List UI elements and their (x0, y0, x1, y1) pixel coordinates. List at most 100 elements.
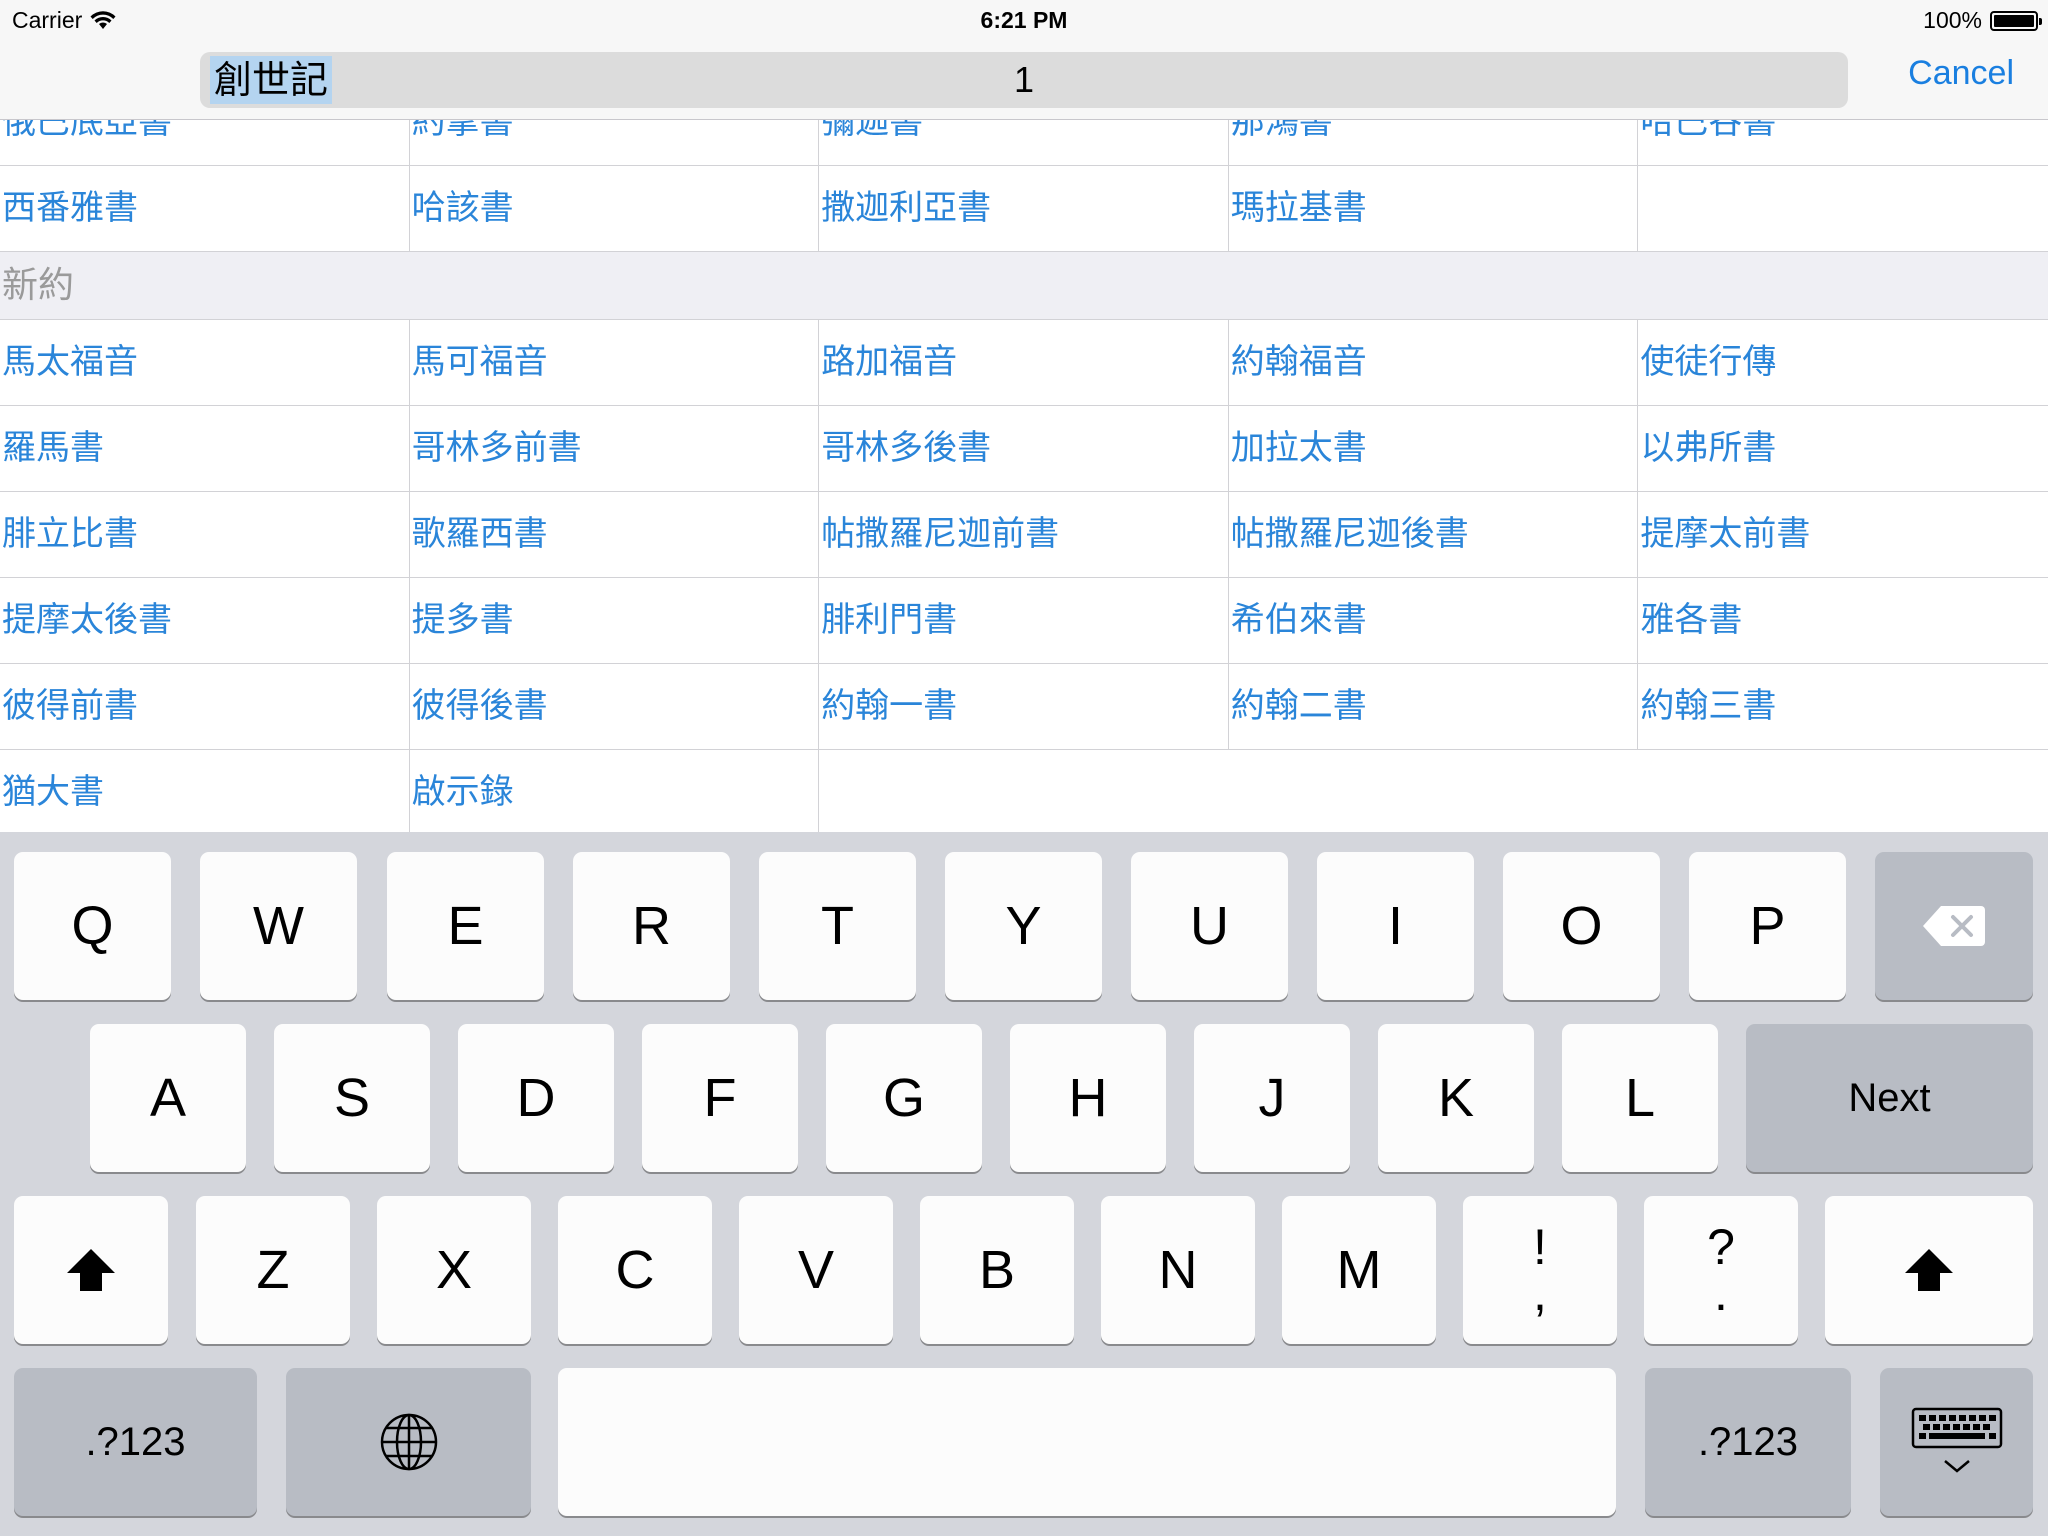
book-cell[interactable]: 腓利門書 (819, 578, 1229, 663)
key-question-label: ? (1707, 1219, 1735, 1275)
book-cell[interactable]: 約拿書 (410, 120, 820, 165)
battery-icon (1990, 10, 2042, 31)
key-e[interactable]: E (387, 852, 544, 1000)
book-cell[interactable]: 歌羅西書 (410, 492, 820, 577)
key-n[interactable]: N (1101, 1196, 1255, 1344)
book-cell[interactable]: 提多書 (410, 578, 820, 663)
key-period-label: . (1714, 1265, 1728, 1321)
key-h[interactable]: H (1010, 1024, 1166, 1172)
delete-key[interactable] (1875, 852, 2033, 1000)
book-cell[interactable]: 使徒行傳 (1638, 320, 2048, 405)
book-cell[interactable]: 提摩太前書 (1638, 492, 2048, 577)
book-cell[interactable]: 提摩太後書 (0, 578, 410, 663)
table-row: 猶大書 啟示錄 (0, 750, 2048, 832)
key-l[interactable]: L (1562, 1024, 1718, 1172)
key-g[interactable]: G (826, 1024, 982, 1172)
numbers-key-right[interactable]: .?123 (1645, 1368, 1851, 1516)
key-w[interactable]: W (200, 852, 357, 1000)
book-cell[interactable]: 約翰二書 (1229, 664, 1639, 749)
book-cell[interactable]: 以弗所書 (1638, 406, 2048, 491)
book-cell[interactable]: 羅馬書 (0, 406, 410, 491)
table-row: 彼得前書 彼得後書 約翰一書 約翰二書 約翰三書 (0, 664, 2048, 750)
book-cell[interactable]: 約翰福音 (1229, 320, 1639, 405)
book-cell[interactable]: 哈巴谷書 (1638, 120, 2048, 165)
section-header-new-testament: 新約 (0, 252, 2048, 320)
search-chapter-text: 1 (1013, 59, 1035, 100)
shift-key-right[interactable] (1825, 1196, 2033, 1344)
book-cell[interactable]: 雅各書 (1638, 578, 2048, 663)
book-cell[interactable]: 撒迦利亞書 (819, 166, 1229, 251)
keyboard: Q W E R T Y U I O P A S D F G H J K L Ne… (0, 832, 2048, 1536)
book-cell[interactable]: 彌迦書 (819, 120, 1229, 165)
table-row: 俄巴底亞書 約拿書 彌迦書 那鴻書 哈巴谷書 (0, 120, 2048, 166)
book-cell[interactable]: 彼得前書 (0, 664, 410, 749)
book-cell[interactable]: 彼得後書 (410, 664, 820, 749)
key-question-period[interactable]: ? . (1644, 1196, 1798, 1344)
table-row: 腓立比書 歌羅西書 帖撒羅尼迦前書 帖撒羅尼迦後書 提摩太前書 (0, 492, 2048, 578)
nav-bar: 創世記 1 Cancel (0, 40, 2048, 120)
key-m[interactable]: M (1282, 1196, 1436, 1344)
table-row: 提摩太後書 提多書 腓利門書 希伯來書 雅各書 (0, 578, 2048, 664)
key-s[interactable]: S (274, 1024, 430, 1172)
book-cell[interactable]: 西番雅書 (0, 166, 410, 251)
key-comma-label: , (1533, 1265, 1547, 1321)
key-y[interactable]: Y (945, 852, 1102, 1000)
key-z[interactable]: Z (196, 1196, 350, 1344)
key-d[interactable]: D (458, 1024, 614, 1172)
key-j[interactable]: J (1194, 1024, 1350, 1172)
empty-cell (1638, 166, 2048, 251)
key-q[interactable]: Q (14, 852, 171, 1000)
book-cell[interactable]: 帖撒羅尼迦後書 (1229, 492, 1639, 577)
next-key[interactable]: Next (1746, 1024, 2033, 1172)
book-cell[interactable]: 腓立比書 (0, 492, 410, 577)
status-right: 100% (1923, 7, 2042, 34)
key-o[interactable]: O (1503, 852, 1660, 1000)
book-cell[interactable]: 哥林多後書 (819, 406, 1229, 491)
key-v[interactable]: V (739, 1196, 893, 1344)
key-r[interactable]: R (573, 852, 730, 1000)
table-row: 羅馬書 哥林多前書 哥林多後書 加拉太書 以弗所書 (0, 406, 2048, 492)
key-t[interactable]: T (759, 852, 916, 1000)
shift-icon (1905, 1249, 1953, 1291)
key-x[interactable]: X (377, 1196, 531, 1344)
book-cell[interactable]: 約翰一書 (819, 664, 1229, 749)
key-b[interactable]: B (920, 1196, 1074, 1344)
book-cell[interactable]: 猶大書 (0, 750, 410, 832)
book-cell[interactable]: 路加福音 (819, 320, 1229, 405)
key-exclaim-comma[interactable]: ! , (1463, 1196, 1617, 1344)
key-u[interactable]: U (1131, 852, 1288, 1000)
globe-icon (380, 1413, 437, 1471)
space-bar[interactable] (558, 1368, 1616, 1516)
keyboard-dismiss-icon (1911, 1407, 2002, 1473)
keyboard-dismiss-key[interactable] (1880, 1368, 2033, 1516)
book-cell[interactable]: 瑪拉基書 (1229, 166, 1639, 251)
book-list[interactable]: 俄巴底亞書 約拿書 彌迦書 那鴻書 哈巴谷書 西番雅書 哈該書 撒迦利亞書 瑪拉… (0, 120, 2048, 832)
numbers-key-left[interactable]: .?123 (14, 1368, 257, 1516)
status-bar: Carrier 6:21 PM 100% (0, 0, 2048, 40)
battery-percent: 100% (1923, 7, 1982, 33)
book-cell[interactable]: 馬可福音 (410, 320, 820, 405)
book-cell[interactable]: 帖撒羅尼迦前書 (819, 492, 1229, 577)
book-cell[interactable]: 加拉太書 (1229, 406, 1639, 491)
book-list-content: 俄巴底亞書 約拿書 彌迦書 那鴻書 哈巴谷書 西番雅書 哈該書 撒迦利亞書 瑪拉… (0, 120, 2048, 832)
search-input[interactable]: 創世記 1 (200, 52, 1848, 108)
shift-key-left[interactable] (14, 1196, 168, 1344)
book-cell[interactable]: 俄巴底亞書 (0, 120, 410, 165)
book-cell[interactable]: 哥林多前書 (410, 406, 820, 491)
key-f[interactable]: F (642, 1024, 798, 1172)
table-row: 西番雅書 哈該書 撒迦利亞書 瑪拉基書 (0, 166, 2048, 252)
book-cell[interactable]: 啟示錄 (410, 750, 820, 832)
globe-key[interactable] (286, 1368, 531, 1516)
key-k[interactable]: K (1378, 1024, 1534, 1172)
book-cell[interactable]: 馬太福音 (0, 320, 410, 405)
key-c[interactable]: C (558, 1196, 712, 1344)
cancel-button[interactable]: Cancel (1908, 54, 2014, 93)
status-time: 6:21 PM (980, 7, 1068, 33)
book-cell[interactable]: 那鴻書 (1229, 120, 1639, 165)
key-p[interactable]: P (1689, 852, 1846, 1000)
key-i[interactable]: I (1317, 852, 1474, 1000)
key-a[interactable]: A (90, 1024, 246, 1172)
book-cell[interactable]: 約翰三書 (1638, 664, 2048, 749)
book-cell[interactable]: 哈該書 (410, 166, 820, 251)
book-cell[interactable]: 希伯來書 (1229, 578, 1639, 663)
